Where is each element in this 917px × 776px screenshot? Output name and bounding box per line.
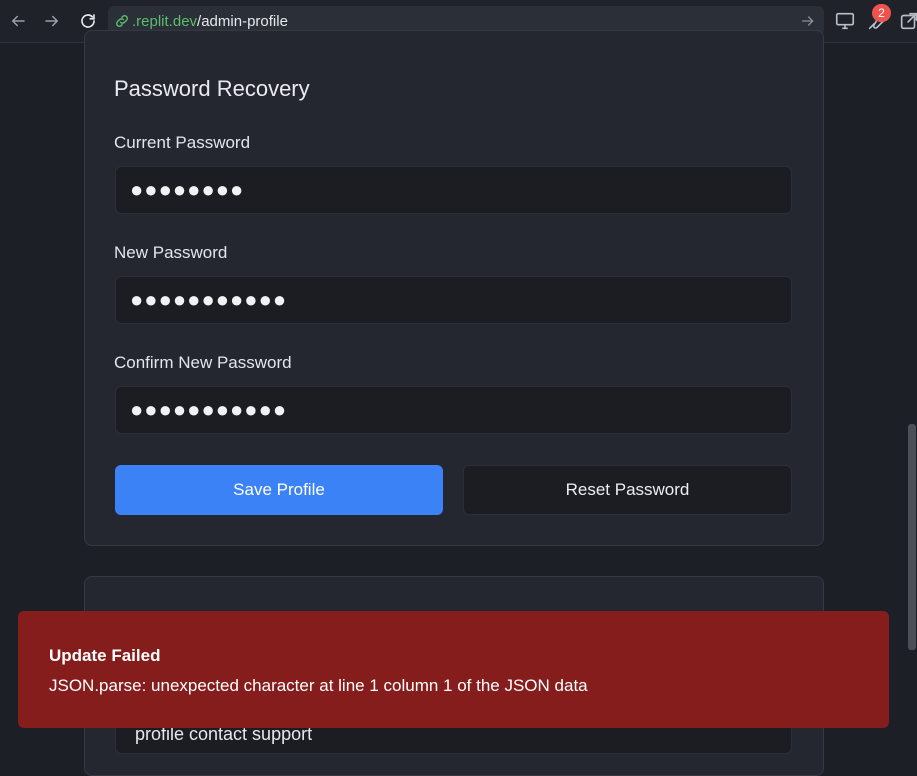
- save-profile-button[interactable]: Save Profile: [115, 465, 443, 515]
- notification-badge: 2: [872, 4, 891, 22]
- section-title: Password Recovery: [114, 76, 310, 101]
- current-password-input[interactable]: ●●●●●●●●: [115, 166, 792, 214]
- current-password-label: Current Password: [114, 133, 251, 152]
- new-password-input[interactable]: ●●●●●●●●●●●: [115, 276, 792, 324]
- reset-password-button[interactable]: Reset Password: [463, 465, 792, 515]
- link-icon: [114, 13, 130, 29]
- confirm-password-input[interactable]: ●●●●●●●●●●●: [115, 386, 792, 434]
- url-host: .replit.dev: [132, 12, 198, 30]
- toast-title: Update Failed: [49, 646, 161, 665]
- forward-icon[interactable]: [40, 9, 64, 33]
- scrollbar-thumb[interactable]: [908, 424, 916, 650]
- monitor-icon[interactable]: [834, 10, 856, 32]
- back-icon[interactable]: [6, 9, 30, 33]
- go-arrow-icon[interactable]: [800, 13, 816, 29]
- new-password-label: New Password: [114, 243, 228, 262]
- error-toast[interactable]: [18, 611, 889, 728]
- toast-message: JSON.parse: unexpected character at line…: [49, 676, 588, 695]
- external-link-icon[interactable]: [898, 10, 917, 32]
- confirm-password-label: Confirm New Password: [114, 353, 292, 372]
- url-path: /admin-profile: [197, 12, 288, 30]
